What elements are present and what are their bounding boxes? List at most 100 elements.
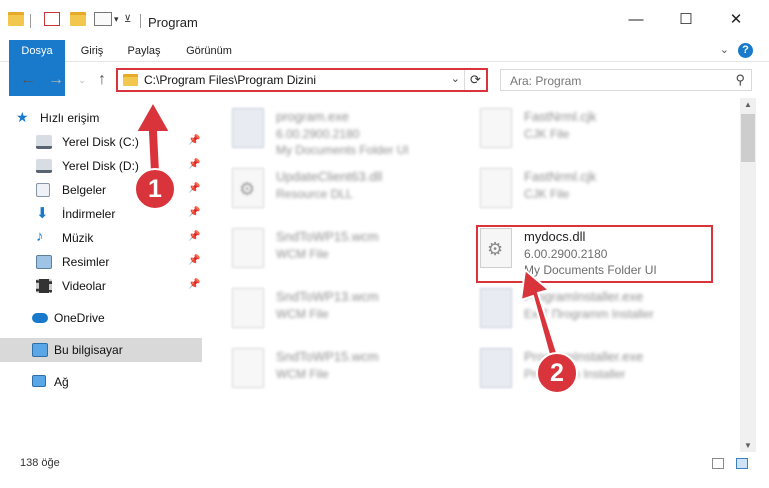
pin-icon[interactable]: 📌 — [188, 183, 200, 194]
sidebar-item-label: Yerel Disk (D:) — [62, 159, 139, 173]
pictures-icon — [36, 255, 52, 269]
sidebar-item-quick-access[interactable]: ★ Hızlı erişim — [0, 106, 202, 130]
tab-home[interactable]: Giriş — [72, 40, 112, 62]
documents-icon — [36, 183, 50, 197]
file-item[interactable]: SndToWP13.wcm WCM File — [224, 284, 464, 340]
navigation-bar: ← → ⌄ ↑ C:\Program Files\Program Dizini … — [0, 62, 769, 98]
customize-toolbar-icon[interactable]: ⊻ — [124, 14, 140, 28]
sidebar-item-network[interactable]: Ağ — [0, 370, 202, 394]
ribbon-tabs: Dosya Giriş Paylaş Görünüm ⌄ ? — [0, 40, 769, 96]
pin-icon[interactable]: 📌 — [188, 279, 200, 290]
sidebar-item-onedrive[interactable]: OneDrive — [0, 306, 202, 330]
refresh-button[interactable]: ⟳ — [464, 70, 486, 90]
folder-icon — [123, 74, 138, 86]
search-icon[interactable]: ⚲ — [735, 72, 745, 88]
file-item[interactable]: FastNrml.cjk CJK File — [472, 104, 712, 160]
sidebar-item-label: Belgeler — [62, 183, 107, 197]
pin-icon[interactable]: 📌 — [188, 207, 200, 218]
step-badge-1: 1 — [134, 168, 176, 210]
network-icon — [32, 375, 46, 387]
new-folder-icon[interactable] — [70, 12, 86, 26]
minimize-button[interactable]: — — [616, 8, 656, 32]
back-button[interactable]: ← — [18, 70, 38, 90]
divider — [140, 14, 141, 28]
close-button[interactable]: ✕ — [716, 8, 756, 32]
sidebar-item-label: Hızlı erişim — [40, 111, 100, 125]
file-icon — [232, 288, 264, 328]
chevron-down-icon[interactable]: ⌄ — [451, 72, 460, 85]
expand-ribbon-icon[interactable]: ⌄ — [720, 43, 729, 56]
search-box[interactable]: Ara: Program ⚲ — [500, 69, 752, 91]
sidebar-item-label: Resimler — [62, 255, 110, 269]
file-description: ExIT Пrogramm Installer — [524, 307, 654, 321]
address-bar[interactable]: C:\Program Files\Program Dizini ⌄ ⟳ — [116, 68, 488, 92]
file-type: CJK File — [524, 127, 570, 141]
file-item[interactable]: ProgramInstaller.exe ExIT Пrogramm Insta… — [472, 284, 712, 340]
sidebar-item-downloads[interactable]: ⬇ İndirmeler 📌 — [0, 202, 202, 226]
file-name: ProgramInstaller.exe — [524, 289, 644, 304]
file-item[interactable]: FastNrml.cjk CJK File — [472, 164, 712, 220]
file-icon — [232, 348, 264, 388]
status-bar: 138 öğe — [0, 452, 769, 488]
drive-icon — [36, 159, 52, 173]
help-icon[interactable]: ? — [738, 43, 753, 58]
file-type: WCM File — [276, 307, 329, 321]
scroll-thumb[interactable] — [741, 114, 755, 162]
address-path[interactable]: C:\Program Files\Program Dizini — [144, 73, 316, 87]
divider — [30, 14, 31, 28]
navigation-pane: ★ Hızlı erişim Yerel Disk (C:) 📌 Yerel D… — [0, 100, 204, 452]
sidebar-item-music[interactable]: ♪ Müzik 📌 — [0, 226, 202, 250]
scroll-down-icon[interactable]: ▼ — [740, 441, 756, 450]
exe-file-icon — [232, 108, 264, 148]
sidebar-item-drive-d[interactable]: Yerel Disk (D:) 📌 — [0, 154, 202, 178]
installer-file-icon — [480, 288, 512, 328]
window-title: Program — [148, 15, 198, 30]
file-item[interactable]: ProgramInstaller.exe Programm Installer — [472, 344, 712, 400]
details-view-icon[interactable] — [712, 458, 724, 469]
pin-icon[interactable]: 📌 — [188, 135, 200, 146]
file-item[interactable]: UpdateClient63.dll Resource DLL — [224, 164, 464, 220]
view-menu-icon[interactable] — [94, 12, 112, 26]
vertical-scrollbar[interactable]: ▲ ▼ — [740, 98, 756, 452]
drive-icon — [36, 135, 52, 149]
recent-locations-icon[interactable]: ⌄ — [72, 70, 92, 90]
step-badge-2: 2 — [536, 352, 578, 394]
tab-share[interactable]: Paylaş — [122, 40, 166, 62]
dll-file-icon — [232, 168, 264, 208]
file-description: My Documents Folder UI — [276, 143, 409, 157]
folder-icon — [8, 12, 24, 26]
search-input[interactable]: Ara: Program — [510, 74, 581, 88]
file-type: CJK File — [524, 187, 570, 201]
properties-icon[interactable] — [44, 12, 60, 26]
videos-icon — [36, 279, 52, 293]
file-type: WCM File — [276, 247, 329, 261]
file-item[interactable]: SndToWP15.wcm WCM File — [224, 344, 464, 400]
tab-view[interactable]: Görünüm — [180, 40, 238, 62]
forward-button[interactable]: → — [46, 70, 66, 90]
computer-icon — [32, 343, 48, 357]
sidebar-item-label: Bu bilgisayar — [54, 343, 123, 357]
pin-icon[interactable]: 📌 — [188, 231, 200, 242]
large-icons-view-icon[interactable] — [736, 458, 748, 469]
sidebar-item-this-pc[interactable]: Bu bilgisayar — [0, 338, 202, 362]
highlight-box — [476, 225, 713, 283]
sidebar-item-pictures[interactable]: Resimler 📌 — [0, 250, 202, 274]
file-name: SndToWP13.wcm — [276, 289, 379, 304]
file-item[interactable]: SndToWP15.wcm WCM File — [224, 224, 464, 280]
sidebar-item-label: OneDrive — [54, 311, 105, 325]
file-name: FastNrml.cjk — [524, 169, 597, 184]
music-icon: ♪ — [36, 228, 44, 245]
file-name: SndToWP15.wcm — [276, 229, 379, 244]
pin-icon[interactable]: 📌 — [188, 159, 200, 170]
sidebar-item-label: Videolar — [62, 279, 106, 293]
sidebar-item-label: Müzik — [62, 231, 94, 245]
scroll-up-icon[interactable]: ▲ — [740, 100, 756, 109]
sidebar-item-drive-c[interactable]: Yerel Disk (C:) 📌 — [0, 130, 202, 154]
pin-icon[interactable]: 📌 — [188, 255, 200, 266]
up-button[interactable]: ↑ — [92, 70, 112, 90]
maximize-button[interactable]: ☐ — [666, 8, 706, 32]
sidebar-item-videos[interactable]: Videolar 📌 — [0, 274, 202, 298]
file-item[interactable]: program.exe 6.00.2900.2180 My Documents … — [224, 104, 464, 160]
file-icon — [232, 228, 264, 268]
file-name: program.exe — [276, 109, 349, 124]
